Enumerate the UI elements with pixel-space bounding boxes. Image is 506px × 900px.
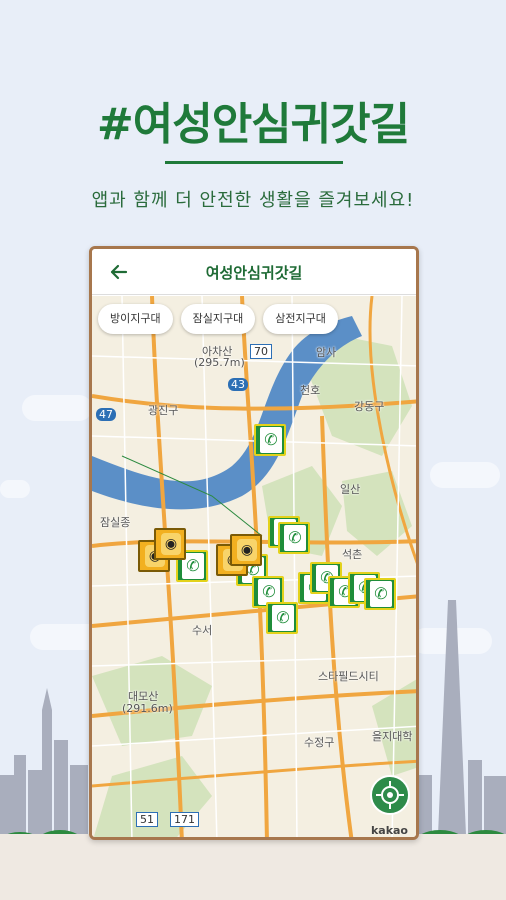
map-label-sujeong: 수정구 xyxy=(304,736,335,749)
hero-title: #여성안심귀갓길 xyxy=(96,99,410,150)
map-label-gangdong: 강동구 xyxy=(354,400,385,413)
map-label-seokchon: 석촌 xyxy=(342,548,363,561)
my-location-button[interactable] xyxy=(370,775,410,815)
app-bar: 여성안심귀갓길 xyxy=(92,249,416,295)
hero-subtitle: 앱과 함께 더 안전한 생활을 즐겨보세요! xyxy=(91,190,415,211)
district-chips: 방이지구대 잠실지구대 삼전지구대 xyxy=(98,304,338,334)
map-label-jamsil: 잠실종 xyxy=(100,516,131,529)
road-sign-70: 70 xyxy=(250,344,272,359)
emergency-phone-marker[interactable] xyxy=(278,522,310,554)
map-label-starfield: 스타필드시티 xyxy=(318,670,379,683)
ground xyxy=(0,834,506,900)
map-view[interactable]: 방이지구대 잠실지구대 삼전지구대 아차산 (295.7m) 광진구 강동구 암… xyxy=(92,296,416,837)
app-title: 여성안심귀갓길 xyxy=(205,264,303,282)
phone-frame: 여성안심귀갓길 방이지구대 잠실지구대 삼전지구대 아차산 (295.7m) 광… xyxy=(89,246,419,840)
hero-underline xyxy=(165,161,343,164)
emergency-phone-marker[interactable] xyxy=(266,602,298,634)
police-station-marker[interactable] xyxy=(230,534,262,566)
map-label-gwangjin: 광진구 xyxy=(148,404,179,417)
chip-samjeon[interactable]: 삼전지구대 xyxy=(263,304,338,334)
map-label-achasan-elev: (295.7m) xyxy=(194,356,245,369)
road-sign-47: 47 xyxy=(96,408,116,421)
map-label-cheonho: 천호 xyxy=(300,384,321,397)
map-label-euljidae: 을지대학 xyxy=(372,730,413,743)
emergency-phone-marker[interactable] xyxy=(364,578,396,610)
chip-bangi[interactable]: 방이지구대 xyxy=(98,304,173,334)
map-label-ilsan: 일산 xyxy=(340,483,361,496)
map-label-daemosan-elev: (291.6m) xyxy=(122,702,173,715)
crosshair-icon xyxy=(376,781,404,809)
road-sign-43: 43 xyxy=(228,378,248,391)
map-attribution: kakao xyxy=(370,824,408,837)
chip-jamsil[interactable]: 잠실지구대 xyxy=(180,304,256,334)
road-sign-171: 171 xyxy=(170,812,199,827)
map-label-amsa: 암사 xyxy=(316,346,337,359)
map-label-suseo: 수서 xyxy=(192,624,213,637)
police-station-marker[interactable] xyxy=(154,528,186,560)
road-sign-51: 51 xyxy=(136,812,158,827)
emergency-phone-marker[interactable] xyxy=(254,424,286,456)
